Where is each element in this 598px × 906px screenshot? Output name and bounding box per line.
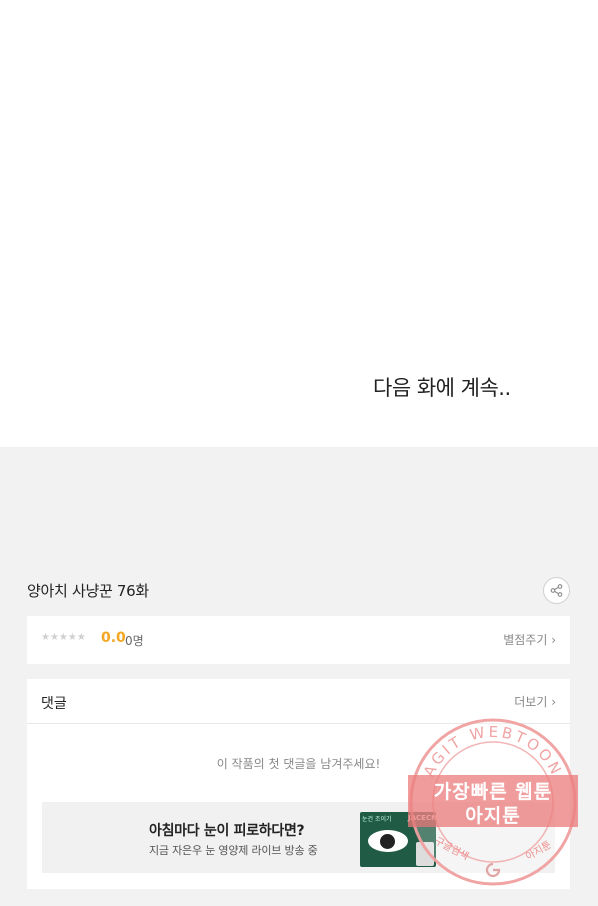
rating-score: 0.0 [101, 630, 126, 646]
ad-title: 아침마다 눈이 피로하다면? [149, 823, 305, 839]
rating-card: ★★★★★ 0.0 0명 별점주기 › [27, 616, 570, 664]
ad-brand: JACECN [408, 814, 436, 822]
more-comments-link[interactable]: 더보기 › [514, 693, 556, 710]
ad-subtitle: 지금 자은우 눈 영양제 라이브 방송 중 [149, 844, 318, 857]
share-icon [550, 584, 563, 597]
star-rating-icon: ★★★★★ [41, 632, 86, 643]
comment-card: 댓글 더보기 › 이 작품의 첫 댓글을 남겨주세요! 아침마다 눈이 피로하다… [27, 679, 570, 889]
comment-header: 댓글 더보기 › [27, 679, 570, 724]
pupil-shape [380, 834, 395, 849]
empty-comment-message: 이 작품의 첫 댓글을 남겨주세요! [216, 757, 381, 771]
ad-product-image: 눈건 조이기 JACECN [360, 812, 436, 867]
continue-text: 다음 화에 계속.. [373, 376, 511, 400]
share-button[interactable] [543, 577, 570, 604]
comic-panel: 다음 화에 계속.. [0, 0, 598, 447]
rate-button[interactable]: 별점주기 › [503, 631, 556, 648]
ad-banner[interactable]: 아침마다 눈이 피로하다면? 지금 자은우 눈 영양제 라이브 방송 중 눈건 … [42, 802, 555, 873]
comment-title: 댓글 [41, 696, 67, 712]
rating-count: 0명 [125, 634, 144, 648]
pill-pack-shape [416, 842, 434, 866]
ad-image-label: 눈건 조이기 [362, 816, 392, 823]
episode-title: 양아치 사냥꾼 76화 [27, 582, 149, 600]
